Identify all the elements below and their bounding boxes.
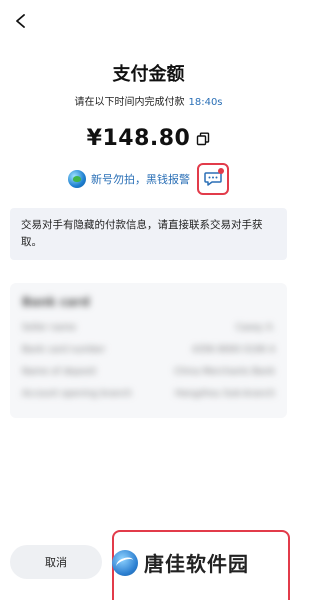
chevron-left-icon (16, 14, 25, 28)
globe-logo-icon (68, 170, 86, 188)
warning-row: 新号勿拍，黑钱报警 (0, 163, 297, 195)
page-title: 支付金额 (112, 64, 185, 85)
details-row: Account opening branch Hangzhou Sub-bran… (22, 389, 275, 399)
payment-details-card: Bank card Seller name Casey X. Bank card… (10, 283, 287, 418)
details-row: Name of deposit China Merchants Bank (22, 367, 275, 377)
details-row-label: Account opening branch (22, 389, 132, 399)
watermark: 唐佳软件园 (112, 548, 249, 577)
watermark-logo-icon (112, 549, 138, 576)
watermark-text: 唐佳软件园 (144, 552, 249, 576)
amount-row: ¥148.80 (0, 126, 297, 151)
details-row-label: Seller name (22, 323, 76, 333)
details-row: Seller name Casey X. (22, 323, 275, 333)
deadline-countdown: 18:40s (188, 97, 223, 108)
unread-badge (218, 168, 224, 174)
details-row-value: 4356 8000 0190 4 (191, 345, 275, 355)
bottom-bar: 取消 唐佳软件园 (0, 530, 297, 600)
details-title: Bank card (22, 295, 90, 309)
back-button[interactable] (10, 10, 32, 32)
cancel-button[interactable]: 取消 (10, 545, 102, 579)
warning-text: 新号勿拍，黑钱报警 (91, 173, 190, 186)
details-row-value: China Merchants Bank (174, 367, 275, 377)
details-row: Bank card number 4356 8000 0190 4 (22, 345, 275, 355)
details-row-label: Name of deposit (22, 367, 97, 377)
contact-chat-button[interactable] (197, 163, 229, 195)
details-row-value: Casey X. (235, 323, 275, 333)
details-row-value: Hangzhou Sub-branch (175, 389, 275, 399)
deadline-label: 请在以下时间内完成付款 (74, 97, 185, 108)
notice-box: 交易对手有隐藏的付款信息，请直接联系交易对手获取。 (10, 208, 287, 260)
payment-amount: ¥148.80 (86, 126, 191, 151)
details-row-label: Bank card number (22, 345, 106, 355)
payment-deadline: 请在以下时间内完成付款 18:40s (0, 93, 297, 108)
copy-icon[interactable] (196, 132, 210, 146)
